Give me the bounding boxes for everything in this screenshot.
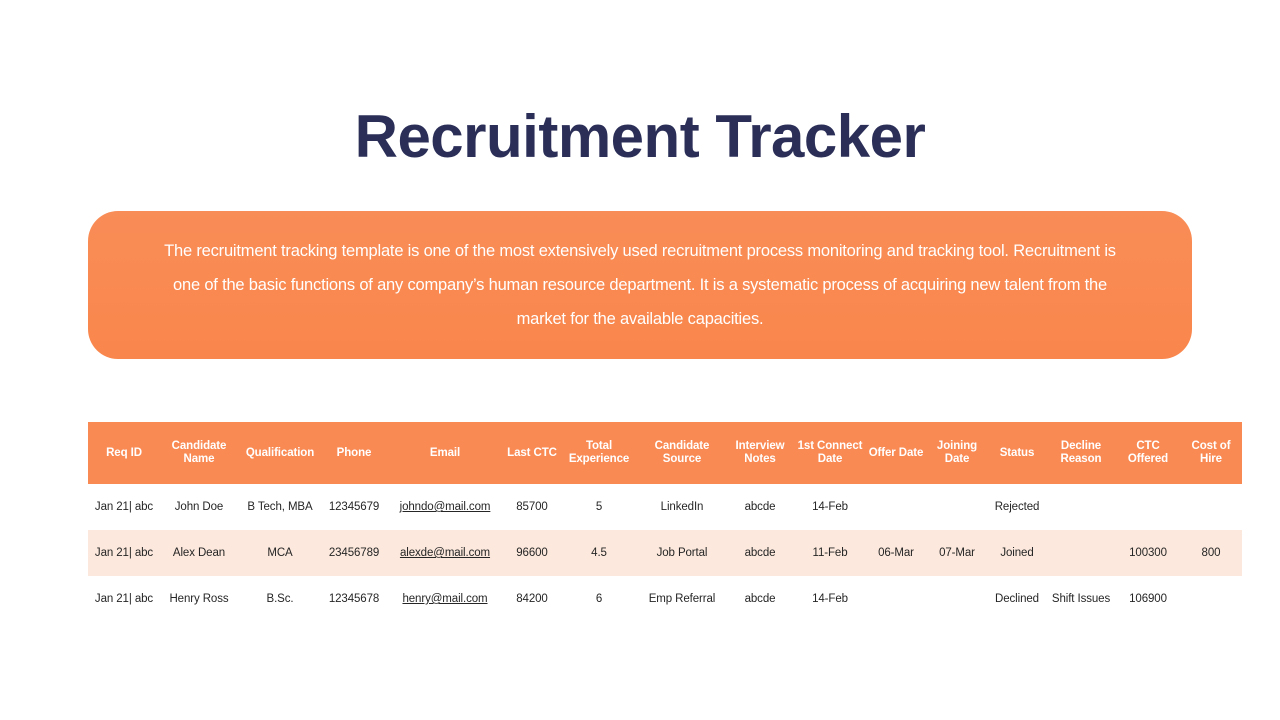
cell-candidate-source: LinkedIn	[638, 484, 726, 530]
column-header-offer-date[interactable]: Offer Date	[866, 422, 926, 484]
cell-interview-notes: abcde	[726, 484, 794, 530]
cell-offer-date	[866, 576, 926, 622]
cell-first-connect-date: 11-Feb	[794, 530, 866, 576]
cell-joining-date	[926, 484, 988, 530]
recruitment-table-container: Req ID Candidate Name Qualification Phon…	[88, 422, 1242, 622]
cell-last-ctc: 96600	[504, 530, 560, 576]
cell-total-experience: 4.5	[560, 530, 638, 576]
cell-candidate-source: Emp Referral	[638, 576, 726, 622]
email-link[interactable]: alexde@mail.com	[400, 547, 490, 559]
cell-candidate-name: John Doe	[160, 484, 238, 530]
column-header-last-ctc[interactable]: Last CTC	[504, 422, 560, 484]
column-header-first-connect-date[interactable]: 1st Connect Date	[794, 422, 866, 484]
cell-first-connect-date: 14-Feb	[794, 576, 866, 622]
cell-phone: 12345678	[322, 576, 386, 622]
email-link[interactable]: johndo@mail.com	[400, 501, 491, 513]
cell-interview-notes: abcde	[726, 576, 794, 622]
cell-offer-date	[866, 484, 926, 530]
cell-status: Rejected	[988, 484, 1046, 530]
cell-cost-of-hire	[1180, 576, 1242, 622]
cell-req-id: Jan 21| abc	[88, 576, 160, 622]
cell-joining-date: 07-Mar	[926, 530, 988, 576]
cell-req-id: Jan 21| abc	[88, 530, 160, 576]
cell-phone: 23456789	[322, 530, 386, 576]
cell-phone: 12345679	[322, 484, 386, 530]
recruitment-tracker-table: Req ID Candidate Name Qualification Phon…	[88, 422, 1242, 622]
cell-status: Joined	[988, 530, 1046, 576]
cell-ctc-offered: 100300	[1116, 530, 1180, 576]
column-header-req-id[interactable]: Req ID	[88, 422, 160, 484]
cell-last-ctc: 84200	[504, 576, 560, 622]
column-header-qualification[interactable]: Qualification	[238, 422, 322, 484]
cell-total-experience: 5	[560, 484, 638, 530]
cell-candidate-name: Henry Ross	[160, 576, 238, 622]
table-body: Jan 21| abc John Doe B Tech, MBA 1234567…	[88, 484, 1242, 622]
table-row[interactable]: Jan 21| abc Henry Ross B.Sc. 12345678 he…	[88, 576, 1242, 622]
column-header-ctc-offered[interactable]: CTC Offered	[1116, 422, 1180, 484]
cell-ctc-offered: 106900	[1116, 576, 1180, 622]
cell-last-ctc: 85700	[504, 484, 560, 530]
table-header-row: Req ID Candidate Name Qualification Phon…	[88, 422, 1242, 484]
cell-email: alexde@mail.com	[386, 530, 504, 576]
cell-qualification: B.Sc.	[238, 576, 322, 622]
column-header-candidate-name[interactable]: Candidate Name	[160, 422, 238, 484]
cell-email: johndo@mail.com	[386, 484, 504, 530]
column-header-decline-reason[interactable]: Decline Reason	[1046, 422, 1116, 484]
column-header-cost-of-hire[interactable]: Cost of Hire	[1180, 422, 1242, 484]
description-banner: The recruitment tracking template is one…	[88, 211, 1192, 359]
cell-candidate-source: Job Portal	[638, 530, 726, 576]
cell-decline-reason	[1046, 530, 1116, 576]
cell-candidate-name: Alex Dean	[160, 530, 238, 576]
cell-total-experience: 6	[560, 576, 638, 622]
description-text: The recruitment tracking template is one…	[164, 242, 1116, 328]
column-header-status[interactable]: Status	[988, 422, 1046, 484]
column-header-email[interactable]: Email	[386, 422, 504, 484]
email-link[interactable]: henry@mail.com	[402, 593, 487, 605]
page-title: Recruitment Tracker	[354, 103, 926, 170]
column-header-candidate-source[interactable]: Candidate Source	[638, 422, 726, 484]
cell-status: Declined	[988, 576, 1046, 622]
cell-joining-date	[926, 576, 988, 622]
column-header-phone[interactable]: Phone	[322, 422, 386, 484]
cell-qualification: MCA	[238, 530, 322, 576]
column-header-total-experience[interactable]: Total Experience	[560, 422, 638, 484]
cell-interview-notes: abcde	[726, 530, 794, 576]
cell-decline-reason: Shift Issues	[1046, 576, 1116, 622]
cell-decline-reason	[1046, 484, 1116, 530]
cell-offer-date: 06-Mar	[866, 530, 926, 576]
column-header-joining-date[interactable]: Joining Date	[926, 422, 988, 484]
cell-email: henry@mail.com	[386, 576, 504, 622]
cell-req-id: Jan 21| abc	[88, 484, 160, 530]
cell-first-connect-date: 14-Feb	[794, 484, 866, 530]
column-header-interview-notes[interactable]: Interview Notes	[726, 422, 794, 484]
cell-ctc-offered	[1116, 484, 1180, 530]
table-row[interactable]: Jan 21| abc Alex Dean MCA 23456789 alexd…	[88, 530, 1242, 576]
cell-cost-of-hire	[1180, 484, 1242, 530]
cell-qualification: B Tech, MBA	[238, 484, 322, 530]
cell-cost-of-hire: 800	[1180, 530, 1242, 576]
table-row[interactable]: Jan 21| abc John Doe B Tech, MBA 1234567…	[88, 484, 1242, 530]
slide-canvas: Recruitment Tracker The recruitment trac…	[0, 0, 1280, 720]
